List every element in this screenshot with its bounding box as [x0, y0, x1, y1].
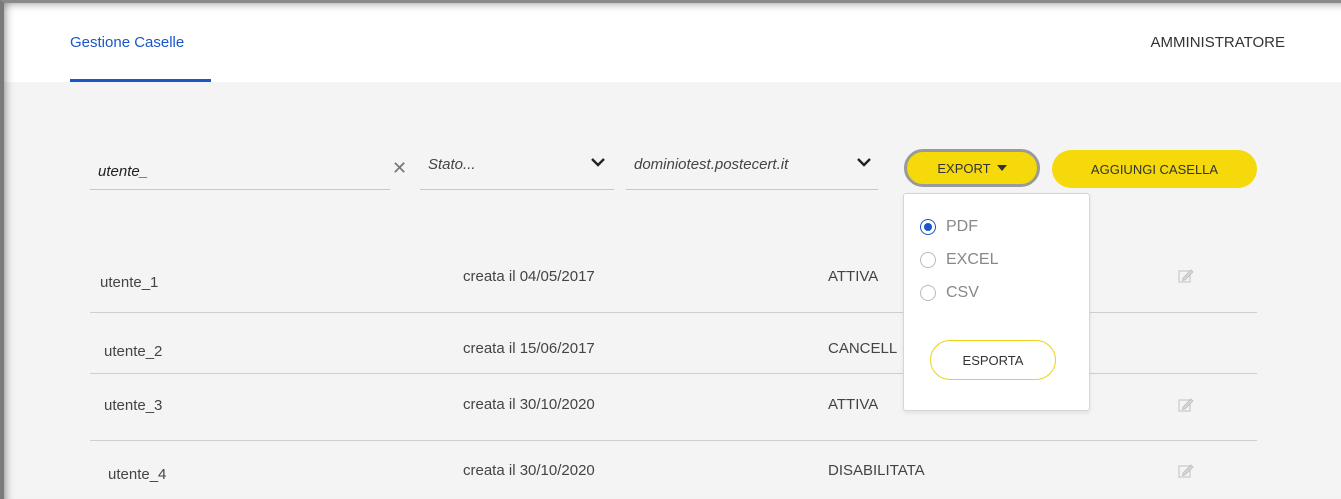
radio-unchecked-icon[interactable] [920, 285, 936, 301]
stato-select[interactable]: Stato... [420, 148, 614, 190]
edit-icon[interactable] [1178, 397, 1194, 413]
tab-gestione-caselle[interactable]: Gestione Caselle [70, 34, 184, 51]
add-mailbox-button-label: AGGIUNGI CASELLA [1090, 161, 1219, 177]
row-created-date: creata il 30/10/2020 [463, 462, 595, 479]
domain-select[interactable]: dominiotest.postecert.it [626, 148, 878, 190]
export-option-label: EXCEL [946, 251, 999, 268]
search-input-value: utente_ [98, 163, 149, 180]
row-state: DISABILITATA [828, 462, 925, 479]
row-state: ATTIVA [828, 268, 879, 285]
row-created-date: creata il 04/05/2017 [463, 268, 595, 285]
app-header: Gestione Caselle AMMINISTRATORE [0, 0, 1341, 82]
domain-select-value: dominiotest.postecert.it [634, 156, 789, 173]
export-button[interactable]: EXPORT [904, 149, 1040, 187]
add-mailbox-button[interactable]: AGGIUNGI CASELLA [1052, 150, 1257, 188]
row-user: utente_2 [104, 343, 163, 360]
chevron-down-icon [591, 158, 605, 167]
row-user: utente_1 [100, 274, 159, 291]
export-dropdown: PDF EXCEL CSV ESPORTA [903, 193, 1090, 411]
edit-icon[interactable] [1178, 463, 1194, 479]
row-user: utente_4 [108, 466, 167, 483]
export-option-csv[interactable]: CSV [920, 284, 979, 302]
table-row[interactable]: utente_4 creata il 30/10/2020 DISABILITA… [90, 442, 1257, 499]
edit-icon[interactable] [1178, 268, 1194, 284]
export-button-label: EXPORT [937, 160, 991, 176]
export-option-pdf[interactable]: PDF [920, 218, 978, 236]
row-created-date: creata il 15/06/2017 [463, 340, 595, 357]
radio-unchecked-icon[interactable] [920, 252, 936, 268]
chevron-down-icon [857, 158, 871, 167]
export-option-label: CSV [946, 284, 979, 301]
user-role-label[interactable]: AMMINISTRATORE [1151, 34, 1285, 51]
row-divider [90, 440, 1257, 441]
export-option-excel[interactable]: EXCEL [920, 251, 998, 269]
clear-search-icon[interactable]: ✕ [392, 158, 407, 179]
esporta-button-label: ESPORTA [962, 352, 1024, 368]
export-option-label: PDF [946, 218, 978, 235]
stato-select-placeholder: Stato... [428, 156, 476, 173]
caret-down-icon [996, 165, 1007, 171]
row-created-date: creata il 30/10/2020 [463, 396, 595, 413]
radio-checked-icon[interactable] [920, 219, 936, 235]
search-input[interactable]: utente_ [90, 148, 390, 190]
row-user: utente_3 [104, 397, 163, 414]
esporta-button[interactable]: ESPORTA [930, 340, 1056, 380]
row-state: CANCELL [828, 340, 898, 357]
row-state: ATTIVA [828, 396, 879, 413]
